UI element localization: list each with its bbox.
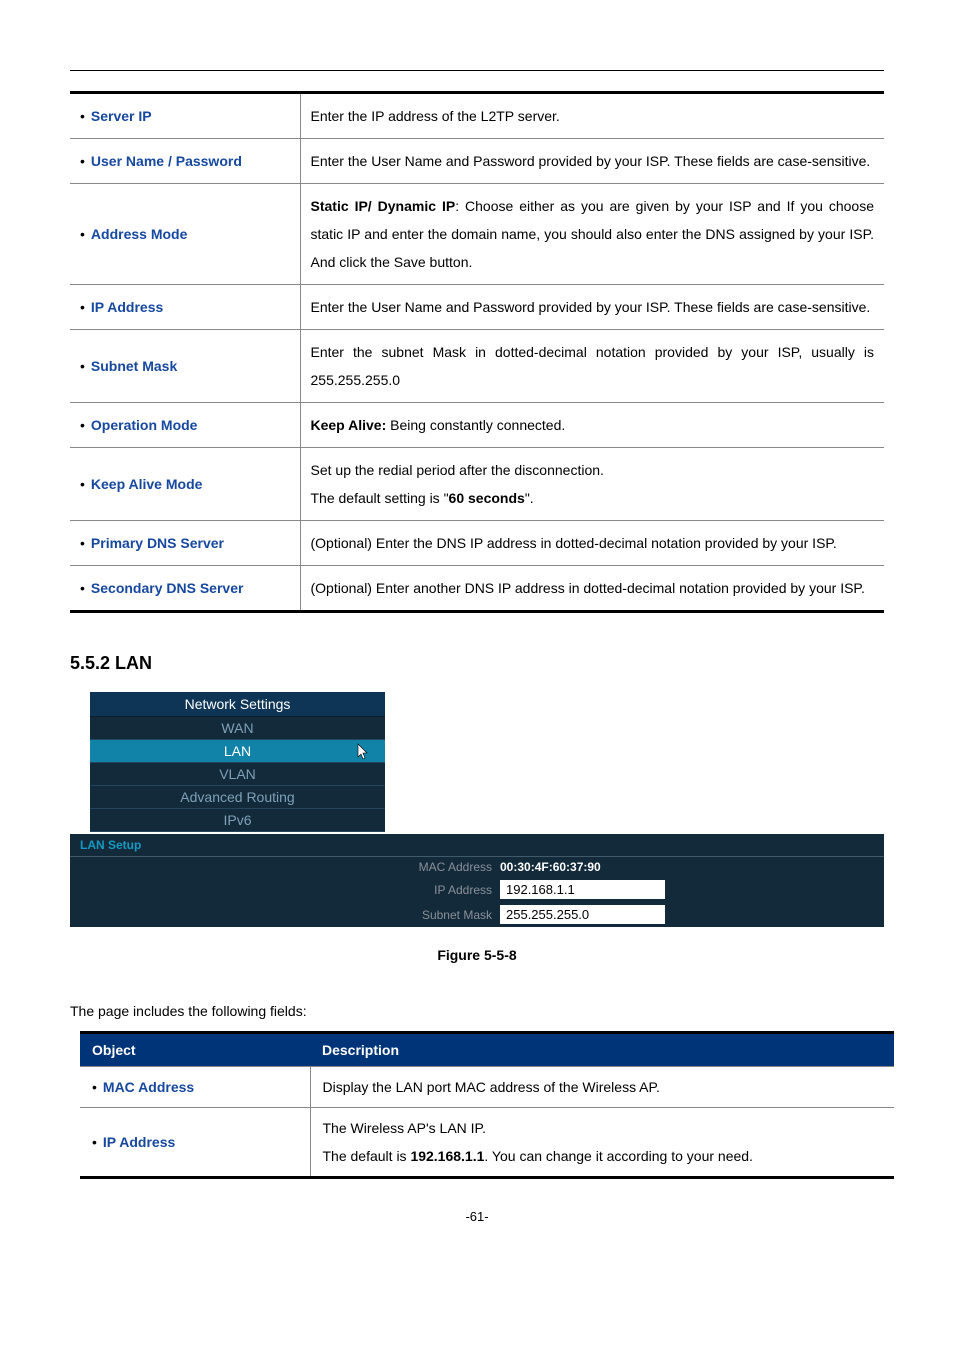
table-row: •Primary DNS Server (Optional) Enter the… <box>70 521 884 566</box>
ip-address-label: IP Address <box>70 883 500 897</box>
mac-address-label: MAC Address <box>70 860 500 874</box>
param-label: •IP Address <box>70 285 300 330</box>
param-label: •IP Address <box>80 1108 310 1178</box>
nav-item-wan[interactable]: WAN <box>90 717 385 740</box>
param-desc: Enter the IP address of the L2TP server. <box>300 93 884 139</box>
lan-setup-panel: LAN Setup MAC Address 00:30:4F:60:37:90 … <box>70 834 884 927</box>
figure-caption: Figure 5-5-8 <box>70 947 884 963</box>
section-heading-lan: 5.5.2 LAN <box>70 653 884 674</box>
header-object: Object <box>80 1033 310 1067</box>
param-desc: Keep Alive: Being constantly connected. <box>300 403 884 448</box>
nav-header: Network Settings <box>90 692 385 717</box>
table-row: •Secondary DNS Server (Optional) Enter a… <box>70 566 884 612</box>
param-label: •Server IP <box>70 93 300 139</box>
header-description: Description <box>310 1033 894 1067</box>
nav-item-vlan[interactable]: VLAN <box>90 763 385 786</box>
param-desc: Enter the User Name and Password provide… <box>300 285 884 330</box>
parameter-table-1: •Server IP Enter the IP address of the L… <box>70 91 884 613</box>
table-header-row: Object Description <box>80 1033 894 1067</box>
nav-item-advanced-routing[interactable]: Advanced Routing <box>90 786 385 809</box>
param-label: •Keep Alive Mode <box>70 448 300 521</box>
network-settings-menu: Network Settings WAN LAN VLAN Advanced R… <box>90 692 385 832</box>
page-number: -61- <box>70 1209 884 1224</box>
table-row: •MAC Address Display the LAN port MAC ad… <box>80 1067 894 1108</box>
table-row: •Address Mode Static IP/ Dynamic IP: Cho… <box>70 184 884 285</box>
lan-ip-row: IP Address 192.168.1.1 <box>70 877 884 902</box>
table-row: •Operation Mode Keep Alive: Being consta… <box>70 403 884 448</box>
table-row: •IP Address Enter the User Name and Pass… <box>70 285 884 330</box>
intro-text: The page includes the following fields: <box>70 1003 884 1019</box>
lan-setup-title: LAN Setup <box>70 834 884 857</box>
subnet-mask-label: Subnet Mask <box>70 908 500 922</box>
ip-address-input[interactable]: 192.168.1.1 <box>500 880 665 899</box>
subnet-mask-input[interactable]: 255.255.255.0 <box>500 905 665 924</box>
table-row: •IP Address The Wireless AP's LAN IP. Th… <box>80 1108 894 1178</box>
param-desc: Display the LAN port MAC address of the … <box>310 1067 894 1108</box>
param-desc: (Optional) Enter another DNS IP address … <box>300 566 884 612</box>
table-row: •Server IP Enter the IP address of the L… <box>70 93 884 139</box>
param-desc: Set up the redial period after the disco… <box>300 448 884 521</box>
param-desc: Static IP/ Dynamic IP: Choose either as … <box>300 184 884 285</box>
mac-address-value: 00:30:4F:60:37:90 <box>500 860 601 874</box>
cursor-icon <box>355 743 371 764</box>
param-desc: Enter the User Name and Password provide… <box>300 139 884 184</box>
table-row: •Subnet Mask Enter the subnet Mask in do… <box>70 330 884 403</box>
param-label: •Operation Mode <box>70 403 300 448</box>
nav-item-ipv6[interactable]: IPv6 <box>90 809 385 832</box>
nav-item-lan[interactable]: LAN <box>90 740 385 763</box>
param-desc: The Wireless AP's LAN IP. The default is… <box>310 1108 894 1178</box>
param-desc: (Optional) Enter the DNS IP address in d… <box>300 521 884 566</box>
param-label: •Subnet Mask <box>70 330 300 403</box>
param-label: •User Name / Password <box>70 139 300 184</box>
table-row: •Keep Alive Mode Set up the redial perio… <box>70 448 884 521</box>
param-label: •Address Mode <box>70 184 300 285</box>
parameter-table-2: Object Description •MAC Address Display … <box>80 1031 894 1179</box>
table-row: •User Name / Password Enter the User Nam… <box>70 139 884 184</box>
param-desc: Enter the subnet Mask in dotted-decimal … <box>300 330 884 403</box>
lan-mac-row: MAC Address 00:30:4F:60:37:90 <box>70 857 884 877</box>
param-label: •MAC Address <box>80 1067 310 1108</box>
param-label: •Primary DNS Server <box>70 521 300 566</box>
param-label: •Secondary DNS Server <box>70 566 300 612</box>
lan-subnet-row: Subnet Mask 255.255.255.0 <box>70 902 884 927</box>
